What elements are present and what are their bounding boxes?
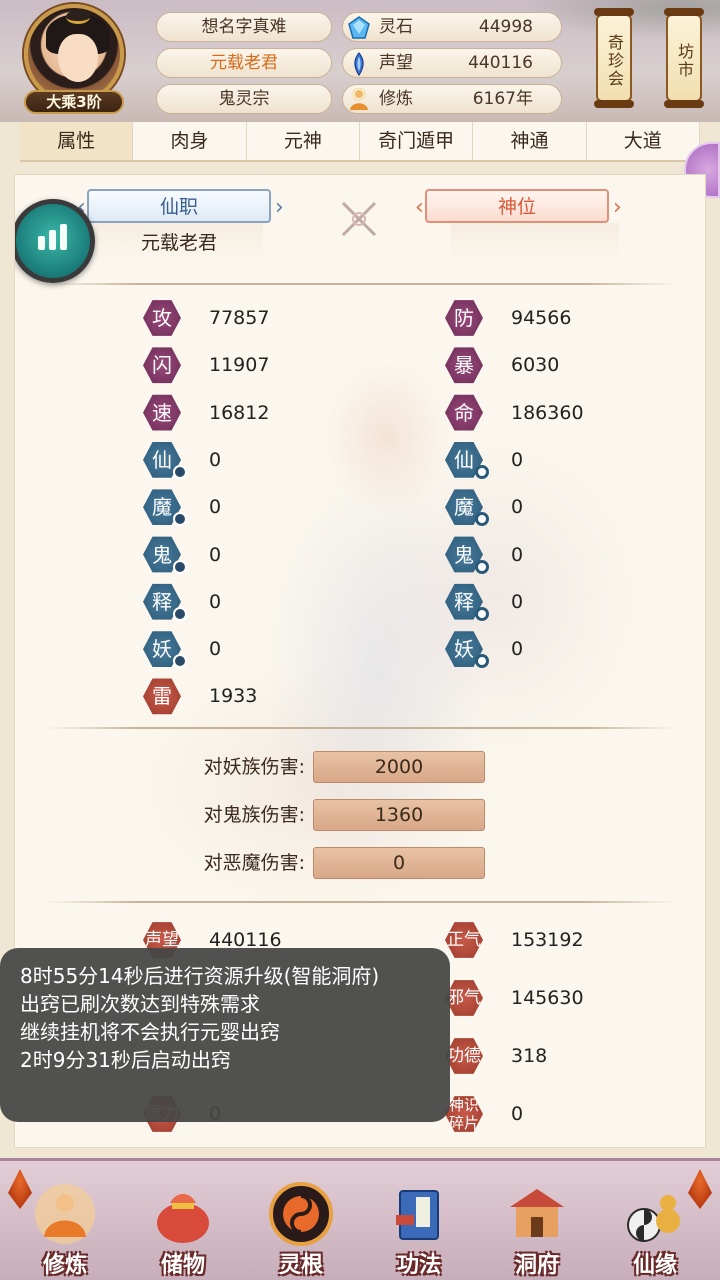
stat-hex-label: 命 — [445, 394, 483, 431]
info-icon[interactable] — [173, 512, 187, 527]
toast-line: 继续挂机将不会执行元婴出窍 — [20, 1020, 280, 1044]
stat-value: 0 — [511, 590, 524, 613]
arrow-right-icon: › — [275, 195, 284, 220]
immortal-post-value: 元载老君 — [95, 223, 263, 263]
arrow-right-icon: › — [613, 195, 622, 220]
info-icon[interactable] — [173, 559, 187, 574]
stats-chart-button[interactable] — [15, 199, 95, 283]
stat-value: 11907 — [209, 354, 270, 377]
stat-value: 0 — [209, 638, 222, 661]
bar-chart-icon — [38, 236, 45, 250]
resistance-ring-icon[interactable] — [475, 559, 489, 574]
bottom-navigation: 修炼 储物 灵根 功法 洞府 仙缘 — [0, 1158, 720, 1280]
reputation-icon — [354, 52, 364, 76]
toast-line: 出窍已刷次数达到特殊需求 — [20, 992, 260, 1016]
tab-attributes[interactable]: 属性 — [20, 122, 134, 160]
nav-storage[interactable]: 储物 — [128, 1175, 238, 1280]
nav-cultivate[interactable]: 修炼 — [10, 1175, 120, 1280]
spirit-root-icon — [269, 1182, 333, 1246]
nav-cave-dwelling[interactable]: 洞府 — [482, 1175, 592, 1280]
resistance-ring-icon[interactable] — [475, 606, 489, 621]
player-avatar-area[interactable]: 大乘3阶 — [18, 4, 130, 114]
divine-rank-value — [451, 223, 619, 263]
tab-great-dao[interactable]: 大道 — [587, 122, 700, 160]
stat-value: 0 — [511, 448, 524, 471]
divine-rank-label: 神位 — [425, 189, 609, 223]
resistance-ring-icon[interactable] — [475, 512, 489, 527]
crossed-swords-icon — [341, 201, 377, 237]
spirit-stone-icon — [348, 16, 370, 39]
stat-hex-label: 攻 — [143, 300, 181, 336]
immortal-post-label: 仙职 — [87, 189, 271, 223]
cultivation-rank-badge: 大乘3阶 — [24, 90, 124, 114]
attribute-tabs: 属性 肉身 元神 奇门遁甲 神通 大道 — [20, 122, 700, 162]
player-sect: 鬼灵宗 — [156, 84, 332, 114]
toast-line: 2时9分31秒后启动出窍 — [20, 1048, 231, 1072]
stat-value: 94566 — [511, 307, 572, 329]
avatar[interactable] — [24, 4, 124, 104]
gourd-fortune-icon — [627, 1195, 680, 1242]
rare-treasure-auction-button[interactable]: 奇珍会 — [594, 8, 634, 108]
top-header: 大乘3阶 想名字真难 元载老君 鬼灵宗 灵石 44998 声望 440116 修… — [0, 0, 720, 122]
meditating-monk-icon — [35, 1184, 95, 1244]
stat-value: 0 — [209, 590, 222, 613]
resource-spirit-stone: 灵石 44998 — [342, 12, 562, 42]
stat-hex-label: 闪 — [143, 347, 181, 384]
tab-qimen-dunjia[interactable]: 奇门遁甲 — [360, 122, 474, 160]
stat-value: 186360 — [511, 401, 584, 424]
stat-value: 0 — [511, 543, 524, 566]
stat-value: 0 — [209, 543, 222, 566]
divider — [45, 727, 677, 729]
stat-value: 0 — [511, 496, 524, 519]
scripture-book-icon — [396, 1190, 439, 1240]
stat-value: 6030 — [511, 354, 560, 377]
stat-hex-label: 防 — [445, 300, 483, 336]
resistance-ring-icon[interactable] — [475, 464, 489, 479]
info-icon[interactable] — [173, 606, 187, 621]
stat-value: 0 — [209, 448, 222, 471]
divider — [45, 283, 677, 285]
stat-hex-label: 暴 — [445, 347, 483, 384]
treasure-bag-icon — [157, 1194, 209, 1243]
cave-palace-icon — [510, 1189, 564, 1237]
divider — [45, 901, 677, 903]
player-title: 元载老君 — [156, 48, 332, 78]
info-icon[interactable] — [173, 464, 187, 479]
cultivation-icon — [350, 88, 368, 110]
arrow-left-icon: ‹ — [415, 195, 424, 220]
tab-soul[interactable]: 元神 — [247, 122, 360, 160]
resource-reputation: 声望 440116 — [342, 48, 562, 78]
player-name: 想名字真难 — [156, 12, 332, 42]
stat-hex-label: 雷 — [143, 678, 181, 715]
info-icon[interactable] — [173, 654, 187, 669]
nav-techniques[interactable]: 功法 — [364, 1175, 474, 1280]
stat-value: 77857 — [209, 307, 270, 329]
auto-play-notification-toast: 8时55分14秒后进行资源升级(智能洞府) 出窍已刷次数达到特殊需求 继续挂机将… — [0, 948, 450, 1122]
nav-spirit-root[interactable]: 灵根 — [246, 1175, 356, 1280]
tab-divine-powers[interactable]: 神通 — [473, 122, 587, 160]
toast-line: 8时55分14秒后进行资源升级(智能洞府) — [20, 964, 380, 988]
nav-immortal-fate[interactable]: 仙缘 — [600, 1175, 710, 1280]
market-button[interactable]: 坊市 — [664, 8, 704, 108]
stat-value: 0 — [511, 638, 524, 661]
stat-value: 1933 — [209, 685, 258, 708]
stat-hex-label: 速 — [143, 394, 181, 431]
stat-value: 0 — [209, 496, 222, 519]
resource-cultivation: 修炼 6167年 — [342, 84, 562, 114]
resistance-ring-icon[interactable] — [475, 654, 489, 669]
tab-body[interactable]: 肉身 — [133, 122, 247, 160]
stat-value: 16812 — [209, 401, 270, 424]
